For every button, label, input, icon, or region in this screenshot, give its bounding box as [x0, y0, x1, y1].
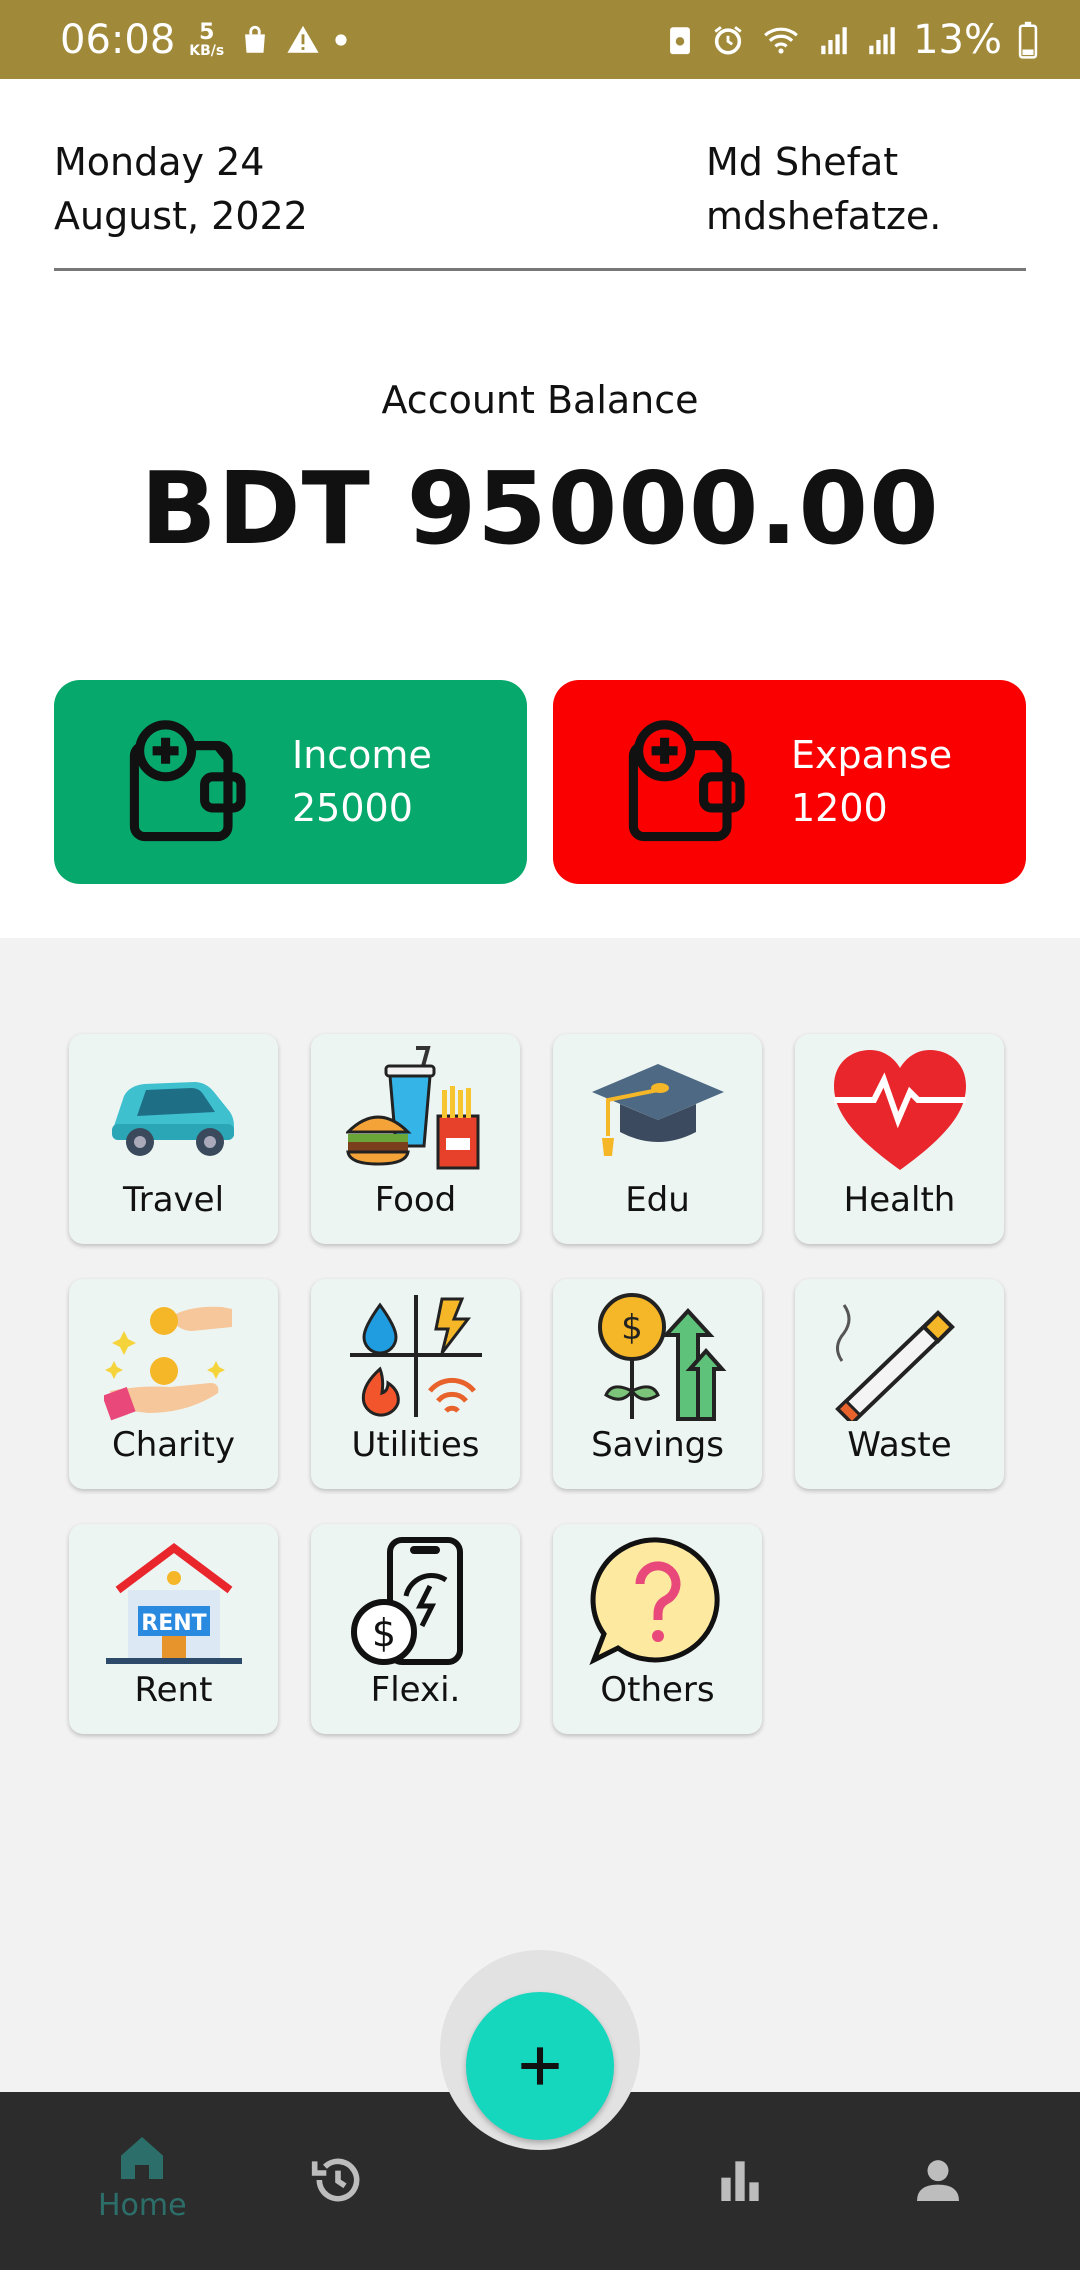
svg-text:$: $: [371, 1611, 395, 1655]
expense-card[interactable]: Expanse 1200: [553, 680, 1026, 884]
category-label: Charity: [111, 1425, 235, 1465]
svg-text:RENT: RENT: [141, 1611, 206, 1636]
nav-profile[interactable]: [910, 2152, 966, 2208]
signal-icon: [817, 21, 851, 59]
category-tile-health[interactable]: Health: [795, 1034, 1004, 1244]
charity-hands-icon: [103, 1291, 244, 1421]
network-speed-unit: KB/s: [189, 42, 225, 59]
history-icon: [311, 2158, 360, 2202]
user-name: Md Shefat: [706, 140, 899, 184]
expense-label: Expanse: [791, 733, 953, 777]
bar-chart-icon: [721, 2161, 759, 2201]
network-speed-value: 5: [199, 19, 215, 45]
category-tile-savings[interactable]: $ Savings: [553, 1279, 762, 1489]
add-icon: [521, 2047, 559, 2085]
category-tile-charity[interactable]: Charity: [69, 1279, 278, 1489]
fast-food-icon: [345, 1046, 486, 1176]
svg-text:$: $: [621, 1308, 643, 1348]
dot-icon: [334, 21, 348, 59]
nav-home-label: Home: [98, 2188, 187, 2223]
category-label: Utilities: [351, 1425, 480, 1465]
home-icon: [121, 2137, 164, 2179]
wallet-add-icon: [623, 717, 753, 847]
category-label: Flexi.: [370, 1670, 461, 1710]
alarm-icon: [711, 21, 745, 59]
mobile-recharge-icon: $: [346, 1536, 486, 1666]
battery-percent: 13%: [913, 16, 1002, 63]
wifi-icon: [759, 21, 803, 59]
category-label: Food: [374, 1180, 457, 1220]
income-value: 25000: [292, 786, 413, 830]
category-tile-rent[interactable]: RENT Rent: [69, 1524, 278, 1734]
nav-history[interactable]: [310, 2152, 366, 2208]
category-tile-waste[interactable]: Waste: [795, 1279, 1004, 1489]
nav-home[interactable]: Home: [98, 2130, 187, 2223]
category-label: Savings: [591, 1425, 724, 1465]
network-speed: 5 KB/s: [189, 19, 225, 59]
user-handle: mdshefatze.: [706, 194, 942, 238]
question-bubble-icon: [588, 1536, 728, 1666]
date-line-2: August, 2022: [54, 194, 308, 238]
cigarette-icon: [830, 1291, 970, 1421]
category-label: Health: [843, 1180, 956, 1220]
warning-icon: [286, 21, 320, 59]
rent-house-icon: RENT: [104, 1536, 244, 1666]
balance-label: Account Balance: [381, 378, 699, 422]
car-icon: [104, 1046, 244, 1176]
status-time: 06:08: [60, 16, 176, 63]
battery-saver-icon: [663, 21, 697, 59]
date-line-1: Monday 24: [54, 140, 265, 184]
category-grid: Travel Food Edu Health Charity Utilities…: [0, 938, 1080, 2092]
category-label: Others: [600, 1670, 715, 1710]
category-tile-food[interactable]: Food: [311, 1034, 520, 1244]
heart-pulse-icon: [830, 1046, 970, 1176]
category-tile-edu[interactable]: Edu: [553, 1034, 762, 1244]
user-info: Md Shefat mdshefatze.: [706, 135, 1026, 268]
category-label: Edu: [625, 1180, 690, 1220]
category-tile-travel[interactable]: Travel: [69, 1034, 278, 1244]
shopping-bag-icon: [238, 21, 272, 59]
category-label: Travel: [122, 1180, 225, 1220]
category-tile-flexi[interactable]: $ Flexi.: [311, 1524, 520, 1734]
category-label: Waste: [847, 1425, 952, 1465]
income-label: Income: [292, 733, 432, 777]
add-transaction-button[interactable]: [466, 1992, 614, 2140]
graduation-cap-icon: [588, 1046, 728, 1176]
utilities-icon: [346, 1291, 486, 1421]
savings-growth-icon: $: [588, 1291, 728, 1421]
category-tile-others[interactable]: Others: [553, 1524, 762, 1734]
category-label: Rent: [134, 1670, 213, 1710]
battery-icon: [1016, 21, 1040, 59]
category-tile-utilities[interactable]: Utilities: [311, 1279, 520, 1489]
header: Monday 24 August, 2022 Md Shefat mdshefa…: [54, 135, 1026, 271]
profile-icon: [917, 2160, 959, 2201]
current-date: Monday 24 August, 2022: [54, 135, 308, 268]
nav-stats[interactable]: [712, 2152, 768, 2208]
balance-amount: BDT 95000.00: [140, 450, 940, 567]
signal-icon-2: [865, 21, 899, 59]
wallet-add-icon: [124, 717, 254, 847]
status-bar: 06:08 5 KB/s 13%: [0, 0, 1080, 79]
expense-value: 1200: [791, 786, 888, 830]
income-card[interactable]: Income 25000: [54, 680, 527, 884]
